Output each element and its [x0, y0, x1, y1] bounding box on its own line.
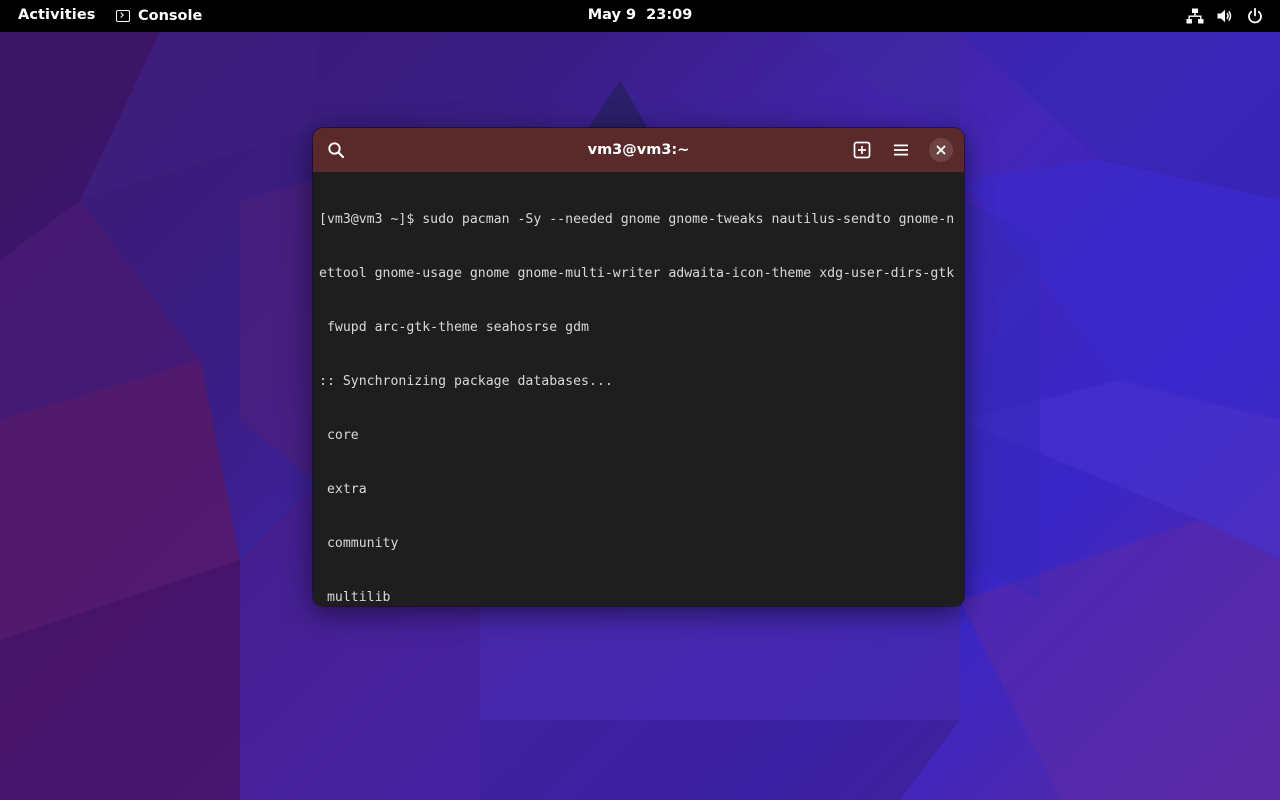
close-button[interactable]: [929, 138, 953, 162]
window-headerbar[interactable]: vm3@vm3:~: [313, 128, 964, 172]
terminal-line: extra: [319, 482, 367, 497]
terminal-line: [vm3@vm3 ~]$ sudo pacman -Sy --needed gn…: [319, 212, 955, 227]
hamburger-menu-icon: [894, 144, 908, 156]
search-icon: [328, 142, 345, 159]
app-menu-button[interactable]: Console: [116, 5, 202, 27]
terminal-line: core: [319, 428, 359, 443]
terminal-icon: [116, 10, 130, 22]
terminal-line: :: Synchronizing package databases...: [319, 374, 613, 389]
activities-button[interactable]: Activities: [18, 7, 96, 23]
terminal-window: vm3@vm3:~ [vm3@vm3 ~]$ sudo pacman -Sy -…: [313, 128, 964, 606]
terminal-output[interactable]: [vm3@vm3 ~]$ sudo pacman -Sy --needed gn…: [313, 172, 964, 606]
volume-icon: [1217, 9, 1232, 23]
terminal-line: community: [319, 536, 399, 551]
system-status-area[interactable]: [1186, 7, 1264, 25]
search-button[interactable]: [322, 136, 350, 164]
terminal-line: ettool gnome-usage gnome gnome-multi-wri…: [319, 266, 955, 281]
power-icon: [1248, 7, 1262, 24]
terminal-line: multilib: [319, 590, 391, 605]
app-name-label: Console: [138, 8, 203, 24]
top-bar: Activities Console May 9 23:09: [0, 0, 1280, 32]
network-wired-icon: [1186, 8, 1204, 24]
new-tab-button[interactable]: [848, 136, 876, 164]
close-icon: [936, 145, 946, 155]
main-menu-button[interactable]: [887, 136, 915, 164]
terminal-line: fwupd arc-gtk-theme seahosrse gdm: [319, 320, 589, 335]
new-tab-icon: [853, 141, 871, 159]
clock-button[interactable]: May 9 23:09: [588, 7, 693, 23]
